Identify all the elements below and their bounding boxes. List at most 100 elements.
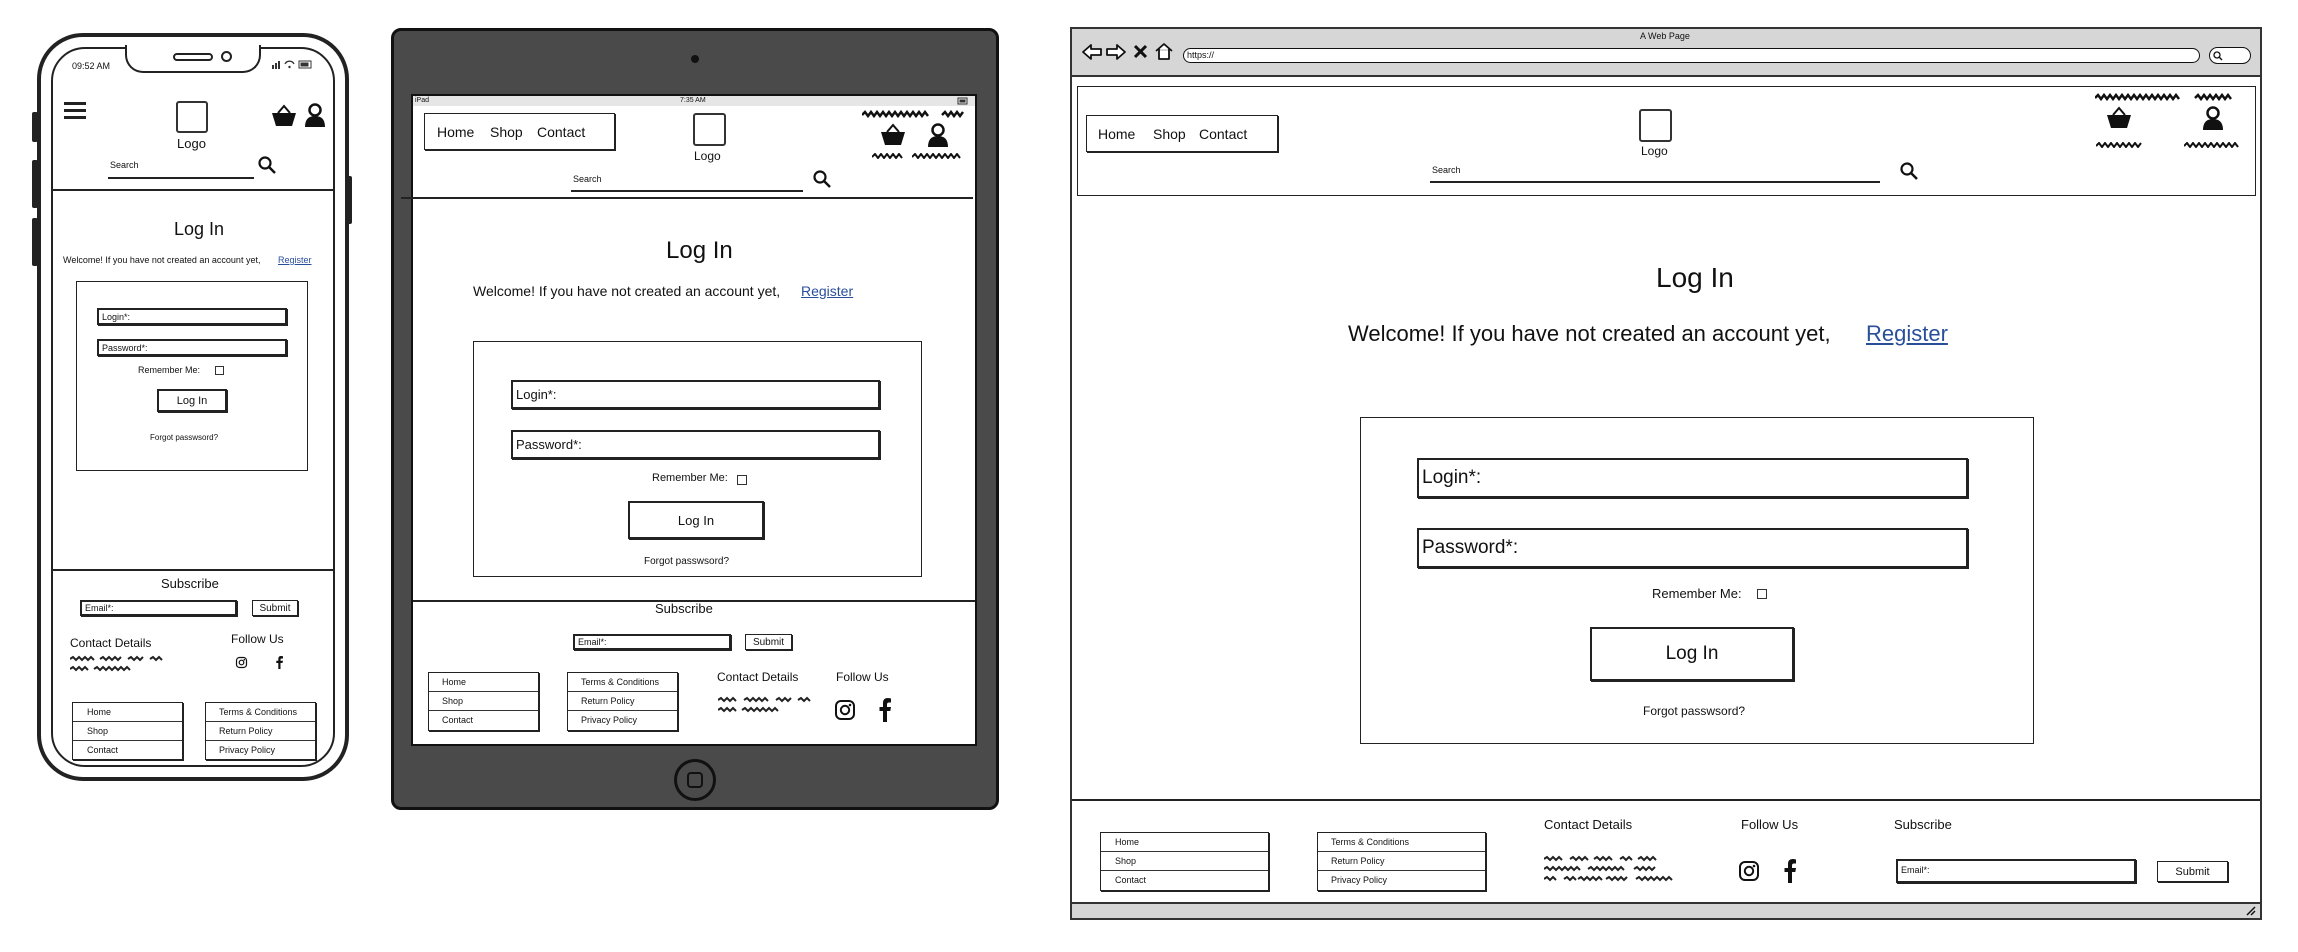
tablet-header-divider <box>401 197 973 199</box>
footer-nav-item[interactable]: Shop <box>429 692 538 711</box>
tablet-password-field[interactable]: Password*: <box>511 430 880 459</box>
instagram-icon[interactable] <box>1739 861 1759 881</box>
phone-logo-image[interactable] <box>176 101 208 133</box>
browser-footer-divider <box>1072 799 2260 801</box>
search-icon[interactable] <box>258 156 276 174</box>
phone-forgot-link[interactable]: Forgot passwsord? <box>150 434 218 442</box>
tablet-status-device: iPad <box>415 97 430 104</box>
phone-login-field[interactable]: Login*: <box>97 308 287 325</box>
phone-camera <box>221 51 232 62</box>
browser-forgot-link[interactable]: Forgot passwsord? <box>1643 705 1745 717</box>
tablet-logo-image[interactable] <box>693 113 726 146</box>
browser-login-field[interactable]: Login*: <box>1417 458 1968 498</box>
tablet-submit-button[interactable]: Submit <box>745 634 792 650</box>
nav-shop[interactable]: Shop <box>1153 127 1186 141</box>
policy-item[interactable]: Return Policy <box>206 722 315 741</box>
footer-nav-item[interactable]: Contact <box>429 711 538 730</box>
nav-home[interactable]: Home <box>437 125 474 139</box>
browser-login-title: Log In <box>1656 262 1734 293</box>
phone-remember-checkbox[interactable] <box>215 366 224 375</box>
tablet-register-link[interactable]: Register <box>801 284 853 298</box>
footer-nav-item[interactable]: Contact <box>73 741 182 760</box>
browser-password-field[interactable]: Password*: <box>1417 528 1968 568</box>
facebook-icon[interactable] <box>276 656 283 669</box>
browser-remember-checkbox[interactable] <box>1757 589 1767 599</box>
address-bar[interactable] <box>1183 48 2200 63</box>
user-icon[interactable] <box>304 103 326 127</box>
home-icon[interactable] <box>1155 43 1173 60</box>
browser-email-field[interactable]: Email*: <box>1896 859 2136 883</box>
policy-item[interactable]: Return Policy <box>568 692 677 711</box>
search-icon[interactable] <box>1900 162 1918 180</box>
browser-user-scribble <box>2184 142 2239 148</box>
back-arrow-icon[interactable] <box>1082 44 1102 60</box>
basket-icon[interactable] <box>2106 106 2132 130</box>
browser-logo-image[interactable] <box>1639 109 1672 142</box>
browser-logo-text: Logo <box>1641 144 1668 158</box>
browser-submit-button[interactable]: Submit <box>2157 861 2228 882</box>
tablet-contact-scribble <box>718 696 811 713</box>
policy-item[interactable]: Return Policy <box>1318 852 1485 871</box>
phone-submit-button[interactable]: Submit <box>252 600 298 616</box>
tablet-search-input[interactable]: Search <box>573 175 602 184</box>
footer-nav-item[interactable]: Contact <box>1101 871 1268 890</box>
browser-search-input[interactable]: Search <box>1432 166 1461 175</box>
policy-item[interactable]: Privacy Policy <box>206 741 315 760</box>
footer-nav-item[interactable]: Shop <box>1101 852 1268 871</box>
tablet-remember-checkbox[interactable] <box>737 475 747 485</box>
phone-follow-title: Follow Us <box>231 632 284 646</box>
facebook-icon[interactable] <box>1784 859 1796 883</box>
policy-item[interactable]: Privacy Policy <box>1318 871 1485 890</box>
search-icon <box>2213 51 2223 61</box>
phone-footer-nav: Home Shop Contact <box>72 702 183 760</box>
tablet-forgot-link[interactable]: Forgot passwsord? <box>644 557 729 567</box>
browser-login-button[interactable]: Log In <box>1590 627 1794 681</box>
basket-icon[interactable] <box>880 123 906 147</box>
hamburger-menu-icon[interactable] <box>64 102 86 120</box>
phone-login-button[interactable]: Log In <box>157 389 227 412</box>
user-icon[interactable] <box>927 123 949 147</box>
phone-register-link[interactable]: Register <box>278 256 312 265</box>
nav-home[interactable]: Home <box>1098 127 1135 141</box>
footer-nav-item[interactable]: Home <box>429 673 538 692</box>
footer-nav-item[interactable]: Shop <box>73 722 182 741</box>
search-icon[interactable] <box>813 170 831 188</box>
address-bar-text: https:// <box>1187 50 1215 60</box>
nav-contact[interactable]: Contact <box>537 125 585 139</box>
browser-contact-title: Contact Details <box>1544 817 1633 832</box>
footer-nav-item[interactable]: Home <box>73 703 182 722</box>
resize-grip-icon[interactable] <box>2244 905 2256 916</box>
phone-search-underline <box>108 177 254 179</box>
tablet-login-button[interactable]: Log In <box>628 501 764 539</box>
policy-item[interactable]: Terms & Conditions <box>568 673 677 692</box>
browser-remember-label: Remember Me: <box>1652 586 1742 601</box>
nav-contact[interactable]: Contact <box>1199 127 1247 141</box>
phone-email-field[interactable]: Email*: <box>80 600 237 616</box>
tablet-email-field[interactable]: Email*: <box>573 634 731 650</box>
instagram-icon[interactable] <box>835 700 855 720</box>
browser-policy-nav: Terms & Conditions Return Policy Privacy… <box>1317 832 1486 891</box>
instagram-icon[interactable] <box>235 656 248 669</box>
browser-follow-title: Follow Us <box>1741 817 1799 832</box>
tablet-login-field[interactable]: Login*: <box>511 380 880 409</box>
phone-contact-scribble <box>70 655 163 672</box>
facebook-icon[interactable] <box>879 698 891 722</box>
footer-nav-item[interactable]: Home <box>1101 833 1268 852</box>
phone-logo-text: Logo <box>177 136 206 151</box>
forward-arrow-icon[interactable] <box>1106 44 1126 60</box>
user-icon[interactable] <box>2202 106 2224 130</box>
battery-icon <box>957 97 968 105</box>
nav-shop[interactable]: Shop <box>490 125 523 139</box>
tablet-logo-text: Logo <box>694 149 721 163</box>
browser-search-underline <box>1430 181 1880 183</box>
browser-register-link[interactable]: Register <box>1866 323 1948 345</box>
browser-status-bar <box>1072 902 2260 918</box>
phone-password-field[interactable]: Password*: <box>97 339 287 356</box>
policy-item[interactable]: Privacy Policy <box>568 711 677 730</box>
policy-item[interactable]: Terms & Conditions <box>206 703 315 722</box>
policy-item[interactable]: Terms & Conditions <box>1318 833 1485 852</box>
tablet-user-scribble <box>912 153 961 159</box>
phone-search-input[interactable]: Search <box>110 161 139 170</box>
basket-icon[interactable] <box>271 104 297 128</box>
close-x-icon[interactable] <box>1133 44 1148 59</box>
